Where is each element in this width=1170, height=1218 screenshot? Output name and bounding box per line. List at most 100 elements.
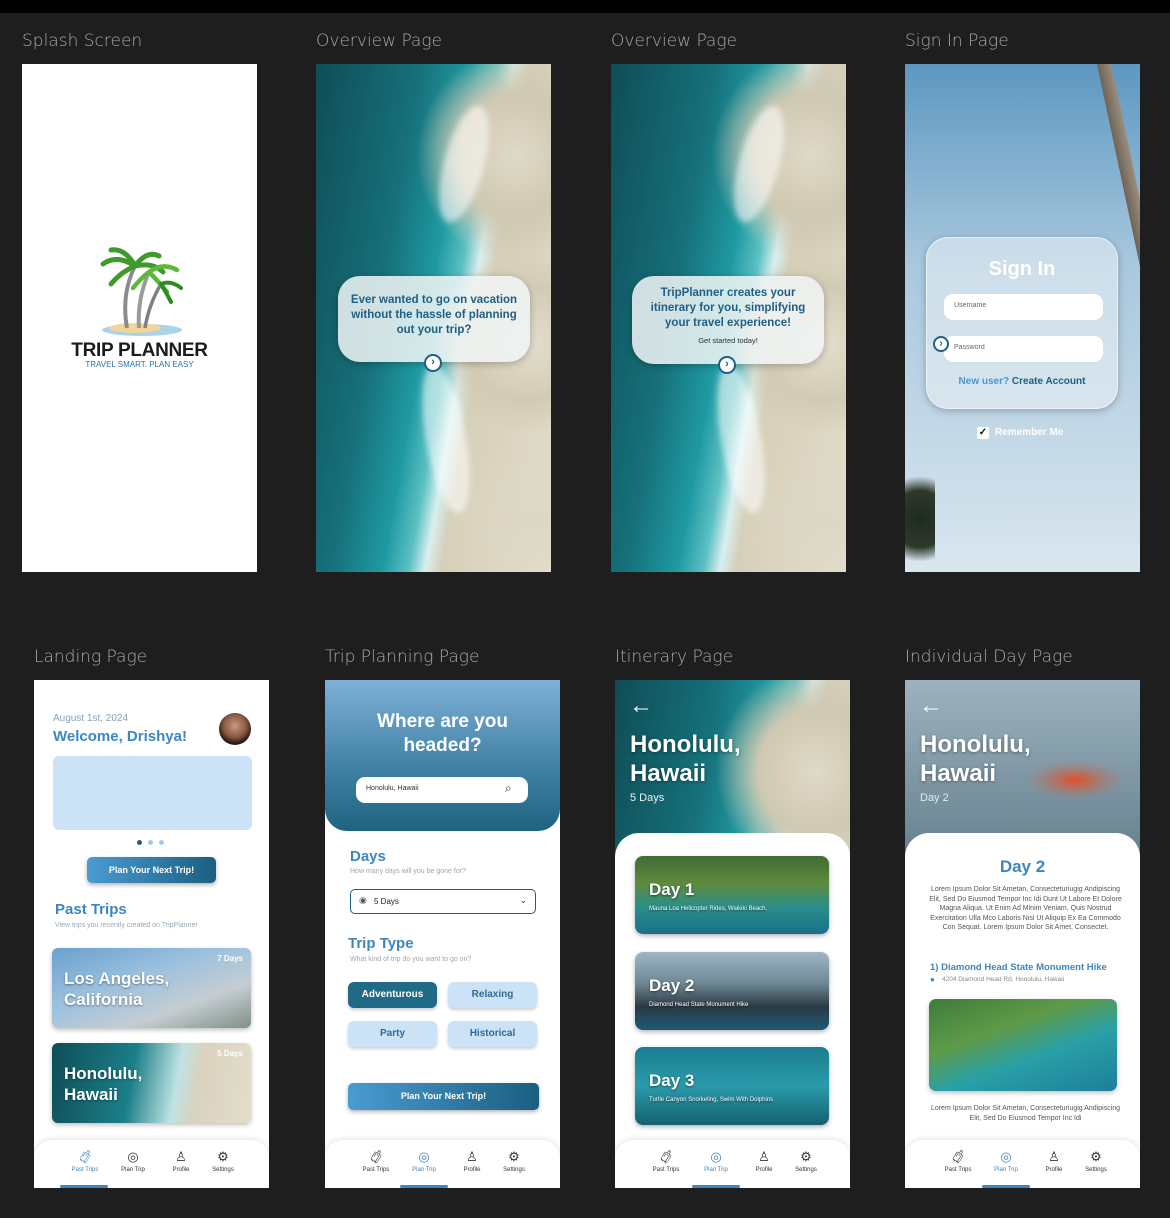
globe-icon: ◎ [418, 1149, 430, 1164]
globe-icon: ◎ [1000, 1149, 1012, 1164]
nav-plan-trip[interactable]: ◎ Plan Trip [691, 1149, 741, 1174]
nav-label: Plan Trip [412, 1167, 436, 1173]
nav-plan-trip[interactable]: ◎ Plan Trip [399, 1149, 449, 1174]
trip-city: Honolulu, Hawaii [64, 1064, 143, 1104]
search-icon[interactable]: ⌕ [505, 781, 512, 796]
type-party[interactable]: Party [348, 1021, 437, 1047]
overview-card: TripPlanner creates your itinerary for y… [632, 276, 824, 364]
sign-in-card: Sign In Username Password New user? Crea… [926, 237, 1118, 409]
globe-icon: ◎ [127, 1149, 139, 1164]
globe-icon: ◎ [710, 1149, 722, 1164]
frame-label-planning: Trip Planning Page [325, 647, 480, 667]
next-arrow-icon[interactable]: › [718, 356, 736, 374]
nav-past-trips[interactable]: 🧳︎ Past Trips [60, 1149, 110, 1174]
avatar[interactable] [219, 713, 251, 745]
nav-settings[interactable]: ⚙ Settings [781, 1150, 831, 1174]
nav-label: Settings [795, 1167, 817, 1173]
chevron-down-icon: ⌄ [519, 895, 527, 905]
day-summary: Turtle Canyon Snorkeling, Swim With Dolp… [649, 1097, 774, 1103]
frame-label-signin: Sign In Page [905, 31, 1009, 51]
trip-type-subtitle: What kind of trip do you want to go on? [350, 956, 472, 963]
type-historical[interactable]: Historical [448, 1021, 537, 1047]
trip-card-los-angeles[interactable]: 7 Days Los Angeles, California [52, 948, 251, 1028]
back-arrow-icon[interactable]: ← [919, 694, 943, 718]
remember-checkbox[interactable]: ✓ [977, 427, 989, 439]
individual-day-page: ← Honolulu, Hawaii Day 2 Day 2 Lorem Ips… [905, 680, 1140, 1188]
nav-label: Profile [172, 1167, 190, 1173]
header-panel: Where are you headed? Honolulu, Hawaii ⌕ [325, 680, 560, 831]
nav-label: Plan Trip [994, 1167, 1018, 1173]
overview-text: TripPlanner creates your itinerary for y… [650, 287, 806, 329]
remember-label: Remember Me [995, 427, 1064, 438]
location-pin-icon: ● [930, 975, 935, 984]
carousel-dot[interactable] [148, 840, 153, 845]
carousel-dot-active[interactable] [137, 840, 142, 845]
overview-subtext: Get started today! [698, 336, 758, 345]
plan-trip-button[interactable]: Plan Your Next Trip! [87, 857, 216, 883]
day-summary: Mauna Loa Helicopter Rides, Waikiki Beac… [649, 906, 768, 912]
nav-label: Profile [755, 1167, 773, 1173]
nav-plan-trip[interactable]: ◎ Plan Trip [108, 1149, 158, 1174]
day-card-3[interactable]: Day 3 Turtle Canyon Snorkeling, Swim Wit… [635, 1047, 829, 1125]
nav-settings[interactable]: ⚙ Settings [489, 1149, 539, 1174]
palm-tree-logo-icon [100, 247, 183, 336]
next-arrow-icon[interactable]: › [933, 336, 949, 352]
days-subtitle: How many days will you be gone for? [350, 868, 466, 875]
day-card-1[interactable]: Day 1 Mauna Loa Helicopter Rides, Waikik… [635, 856, 829, 934]
carousel-dot[interactable] [159, 840, 164, 845]
suitcase-icon: 🧳︎ [657, 1149, 675, 1164]
city-title: Honolulu, Hawaii [920, 731, 1031, 787]
nav-past-trips[interactable]: 🧳︎ Past Trips [933, 1149, 983, 1174]
overview-text: Ever wanted to go on vacation without th… [350, 294, 518, 336]
nav-settings[interactable]: ⚙ Settings [1071, 1149, 1121, 1174]
nav-plan-trip[interactable]: ◎ Plan Trip [981, 1149, 1031, 1174]
gear-icon: ⚙ [1090, 1149, 1102, 1164]
create-account-link[interactable]: New user? Create Account [927, 376, 1117, 387]
frame-label-dayview: Individual Day Page [905, 647, 1073, 667]
day-sheet: Day 2 Lorem Ipsum Dolor Sit Ametan, Cons… [905, 833, 1140, 1188]
sign-in-title: Sign In [988, 258, 1056, 280]
nav-label: Plan Trip [121, 1167, 145, 1173]
username-field[interactable]: Username [944, 294, 1103, 320]
nav-label: Profile [463, 1167, 481, 1173]
carousel-card[interactable] [53, 756, 252, 830]
password-field[interactable]: Password [944, 336, 1103, 362]
nav-past-trips[interactable]: 🧳︎ Past Trips [641, 1149, 691, 1174]
landing-page: August 1st, 2024 Welcome, Drishya! Plan … [34, 680, 269, 1188]
nav-past-trips[interactable]: 🧳︎ Past Trips [351, 1150, 401, 1174]
days-select[interactable]: ◉ 5 Days ⌄ [350, 889, 536, 914]
palm-leaves [905, 464, 935, 572]
bottom-nav: 🧳︎ Past Trips ◎ Plan Trip ♙ Profile ⚙ Settin… [615, 1140, 850, 1188]
trip-days: 7 Days [217, 954, 243, 963]
frame-label-overview-2: Overview Page [611, 31, 738, 51]
gear-icon: ⚙ [508, 1149, 520, 1164]
next-arrow-icon[interactable]: › [424, 354, 442, 372]
back-arrow-icon[interactable]: ← [629, 694, 653, 718]
trip-card-honolulu[interactable]: 5 Days Honolulu, Hawaii [52, 1043, 251, 1123]
nav-label: Settings [212, 1167, 234, 1173]
days-title: Days [350, 848, 386, 865]
day-title: Day 3 [649, 1071, 695, 1090]
bottom-nav: 🧳︎ Past Trips ◎ Plan Trip ♙ Profile ⚙ Settin… [325, 1140, 560, 1188]
activity-title: 1) Diamond Head State Monument Hike [930, 962, 1107, 973]
day-card-2[interactable]: Day 2 Diamond Head State Monument Hike [635, 952, 829, 1030]
frame-label-itinerary: Itinerary Page [615, 647, 734, 667]
trip-planning-page: Where are you headed? Honolulu, Hawaii ⌕… [325, 680, 560, 1188]
plan-trip-button[interactable]: Plan Your Next Trip! [348, 1083, 539, 1110]
days-value: 5 Days [374, 897, 399, 906]
create-account-text[interactable]: Create Account [1012, 376, 1086, 387]
nav-settings[interactable]: ⚙ Settings [198, 1150, 248, 1174]
bottom-nav: 🧳︎ Past Trips ◎ Plan Trip ♙ Profile ⚙ Settin… [34, 1140, 269, 1188]
destination-search-input[interactable]: Honolulu, Hawaii [356, 777, 528, 803]
day-label: Day 2 [920, 792, 949, 804]
suitcase-icon: 🧳︎ [949, 1149, 967, 1164]
type-adventurous[interactable]: Adventurous [348, 982, 437, 1008]
day-description: Lorem Ipsum Dolor Sit Ametan, Consectetu… [929, 886, 1122, 931]
suitcase-icon: 🧳︎ [76, 1149, 94, 1164]
nav-label: Past Trips [71, 1167, 99, 1173]
trip-city: Los Angeles, California [64, 969, 170, 1009]
nav-label: Settings [503, 1167, 525, 1173]
trip-days: 5 Days [630, 792, 665, 804]
type-relaxing[interactable]: Relaxing [448, 982, 537, 1008]
day-title: Day 2 [649, 976, 695, 995]
